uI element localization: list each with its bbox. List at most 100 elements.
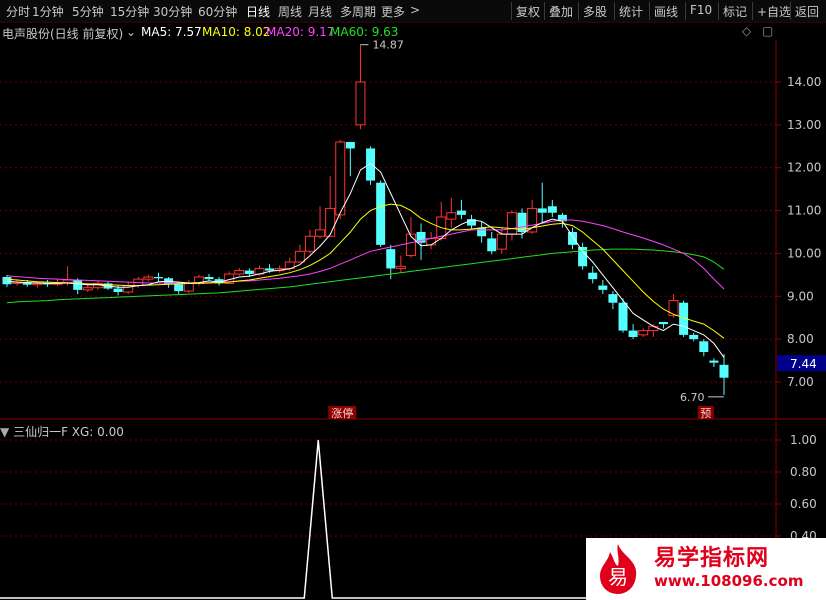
candle-body-down[interactable]	[578, 247, 588, 267]
indicator-toggle-icon[interactable]: ▼	[0, 425, 9, 439]
more-arrow-icon[interactable]: >	[410, 3, 420, 17]
candle-body-up[interactable]	[395, 265, 406, 269]
candle-body-up[interactable]	[638, 330, 649, 336]
high-price-label: 14.87	[372, 40, 404, 52]
toolbar-button-8[interactable]: 返回	[795, 3, 819, 20]
candle-body-up[interactable]	[183, 282, 194, 292]
ma60-label: MA60: 9.63	[330, 25, 399, 39]
period-tab-1[interactable]: 1分钟	[32, 3, 64, 20]
candle-body-up[interactable]	[315, 229, 326, 237]
candle-body-down[interactable]	[386, 249, 396, 269]
toolbar-divider	[614, 2, 615, 20]
toolbar-button-0[interactable]: 复权	[516, 3, 540, 20]
candle-body-up[interactable]	[506, 212, 517, 235]
candle-body-down[interactable]	[153, 277, 163, 279]
candle-body-down[interactable]	[2, 277, 12, 285]
candle-body-down[interactable]	[366, 148, 376, 181]
candle-body-down[interactable]	[658, 322, 668, 325]
period-tab-0[interactable]: 分时	[6, 3, 30, 20]
candle-body-down[interactable]	[487, 238, 497, 252]
period-toolbar: 分时 1分钟 5分钟 15分钟 30分钟 60分钟 日线 周线 月线 多周期 更多 > 复权 叠加 多股 统计…	[0, 0, 826, 23]
price-tick-label: 12.00	[787, 161, 821, 175]
diamond-icon[interactable]: ◇	[742, 24, 751, 38]
candle-body-down[interactable]	[345, 142, 355, 149]
candle-body-down[interactable]	[376, 182, 386, 245]
period-tab-9[interactable]: 多周期	[340, 3, 376, 20]
candle-body-up[interactable]	[62, 279, 73, 284]
candle-body-up[interactable]	[496, 233, 507, 250]
period-tab-2[interactable]: 5分钟	[72, 3, 104, 20]
candle-body-up[interactable]	[143, 276, 154, 280]
toolbar-button-4[interactable]: 画线	[654, 3, 678, 20]
period-tab-7[interactable]: 周线	[278, 3, 302, 20]
price-tick-label: 14.00	[787, 75, 821, 89]
ma-toggle-icon[interactable]: ⌄	[126, 25, 136, 39]
price-tick-label: 11.00	[787, 204, 821, 218]
toolbar-button-2[interactable]: 多股	[583, 3, 607, 20]
period-tab-3[interactable]: 15分钟	[110, 3, 149, 20]
limit-up-label: 涨停	[331, 406, 353, 420]
candle-body-down[interactable]	[456, 210, 466, 215]
candle-body-up[interactable]	[648, 325, 659, 332]
candle-body-down[interactable]	[477, 227, 487, 237]
toolbar-divider	[578, 2, 579, 20]
candle-body-down[interactable]	[244, 270, 254, 274]
flame-logo-icon: 易	[600, 544, 637, 594]
candle-body-down[interactable]	[204, 277, 214, 280]
period-tab-10[interactable]: 更多	[381, 3, 405, 20]
candle-body-down[interactable]	[628, 330, 638, 337]
toolbar-divider	[544, 2, 545, 20]
candle-body-down[interactable]	[265, 268, 275, 271]
price-tick-label: 10.00	[787, 246, 821, 260]
toolbar-button-1[interactable]: 叠加	[549, 3, 573, 20]
candle-body-down[interactable]	[547, 206, 557, 213]
candle-body-up[interactable]	[325, 207, 336, 237]
period-tab-5[interactable]: 60分钟	[198, 3, 237, 20]
candle-body-down[interactable]	[113, 288, 123, 292]
toolbar-divider	[718, 2, 719, 20]
candle-body-up[interactable]	[355, 81, 366, 126]
watermark-name: 易学指标网	[654, 546, 770, 571]
chart-info-bar: 电声股份(日线 前复权) ⌄ MA5: 7.57 MA10: 8.02 MA20: 9.…	[0, 22, 780, 41]
toolbar-button-5[interactable]: F10	[690, 3, 712, 17]
candle-body-up[interactable]	[304, 235, 315, 252]
square-icon[interactable]: ▢	[762, 24, 773, 38]
candle-body-down[interactable]	[537, 208, 547, 213]
toolbar-button-7[interactable]: +自选	[757, 3, 791, 20]
toolbar-button-6[interactable]: 标记	[723, 3, 747, 20]
candle-body-down[interactable]	[689, 334, 699, 340]
candle-body-down[interactable]	[699, 341, 709, 352]
period-tab-8[interactable]: 月线	[308, 3, 332, 20]
price-tick-label: 7.00	[787, 375, 814, 389]
candle-body-up[interactable]	[335, 141, 346, 216]
candle-body-down[interactable]	[598, 285, 608, 290]
candle-body-up[interactable]	[668, 300, 679, 317]
candle-body-up[interactable]	[446, 212, 457, 220]
candle-body-down[interactable]	[568, 232, 578, 245]
candle-body-down[interactable]	[618, 302, 628, 331]
period-tab-4[interactable]: 30分钟	[153, 3, 192, 20]
indicator-title-text: 三仙归一F XG: 0.00	[13, 425, 124, 439]
period-tab-6[interactable]: 日线	[246, 3, 270, 20]
toolbar-divider	[685, 2, 686, 20]
ma5-label: MA5: 7.57	[141, 25, 202, 39]
forecast-label: 预	[700, 407, 711, 420]
price-tick-label: 8.00	[787, 332, 814, 346]
low-price-label: 6.70	[680, 391, 705, 404]
candle-body-down[interactable]	[73, 280, 83, 290]
indicator-title: ▼ 三仙归一F XG: 0.00	[0, 423, 124, 440]
ma20-line	[6, 219, 725, 290]
candle-body-down[interactable]	[588, 272, 598, 280]
candle-body-down[interactable]	[174, 284, 184, 292]
candle-body-up[interactable]	[294, 250, 305, 263]
toolbar-button-3[interactable]: 统计	[619, 3, 643, 20]
candle-body-down[interactable]	[608, 294, 618, 303]
candle-body-down[interactable]	[709, 360, 719, 363]
candle-body-up[interactable]	[82, 287, 93, 291]
candle-body-down[interactable]	[719, 364, 729, 378]
candle-body-up[interactable]	[234, 270, 245, 275]
candle-body-up[interactable]	[405, 233, 416, 257]
watermark: 易 易学指标网 www.108096.com	[586, 538, 826, 600]
watermark-url: www.108096.com	[654, 572, 804, 590]
candlestick-chart[interactable]: 14.00 13.00 12.00 11.00 10.00 9.00 8.00 7.00 7.4…	[0, 40, 826, 420]
